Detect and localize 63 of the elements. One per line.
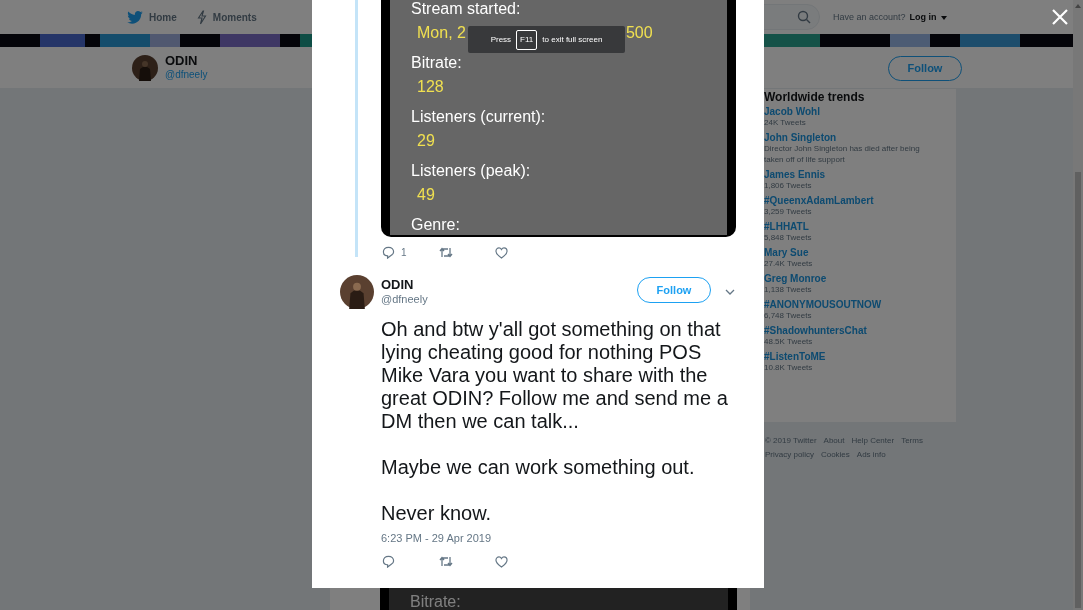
image-value: 29 <box>417 132 436 150</box>
trend-name[interactable]: #LHHATL <box>764 221 956 232</box>
bird-icon <box>127 10 143 24</box>
trend-name[interactable]: Mary Sue <box>764 247 956 258</box>
follow-button[interactable]: Follow <box>637 277 711 303</box>
heart-icon[interactable] <box>495 555 508 568</box>
trend-meta: 27.4K Tweets <box>764 258 814 269</box>
trend-meta: 24K Tweets <box>764 117 807 128</box>
trend-meta: 5,848 Tweets <box>764 232 813 243</box>
image-value: 49 <box>417 186 436 204</box>
tweet-text: Maybe we can work something out. <box>381 456 696 479</box>
image-text: Bitrate: <box>410 593 461 610</box>
search-icon <box>797 10 811 24</box>
image-label: Genre: <box>411 216 461 234</box>
profile-handle[interactable]: @dfneely <box>165 69 208 82</box>
tweet-text: Oh and btw y'all got something on that lying cheating good for nothing POS Mike Vara you want to share with the great ODIN? Follow me and send me a DM then we can talk... <box>381 318 729 433</box>
image-label: Bitrate: <box>411 54 463 72</box>
nav-tab[interactable]: Home <box>127 9 177 25</box>
scrollbar-thumb[interactable] <box>1075 172 1081 608</box>
avatar <box>340 275 374 309</box>
profile-name: ODIN <box>165 53 199 70</box>
author-name[interactable]: ODIN <box>381 277 428 292</box>
trend-name[interactable]: #ListenToME <box>764 351 956 362</box>
trends-title: Worldwide trends <box>764 89 866 105</box>
caret-icon <box>940 15 947 20</box>
tweet-text: Never know. <box>381 502 493 525</box>
toast-text: to exit full screen <box>542 33 603 46</box>
trend-name[interactable]: Greg Monroe <box>764 273 956 284</box>
image-value: Mon, 2 <box>417 24 466 42</box>
author-handle[interactable]: @dfneely <box>381 292 428 307</box>
trend-name[interactable]: Jacob Wohl <box>764 106 956 117</box>
trend-meta: 48.5K Tweets <box>764 336 814 347</box>
image-label: Stream started: <box>411 0 522 18</box>
scroll-up-icon[interactable] <box>1075 4 1081 8</box>
chevron-down-icon[interactable] <box>725 289 735 295</box>
trend-meta: 3,259 Tweets <box>764 206 813 217</box>
follow-button[interactable]: Follow <box>888 56 962 81</box>
image-value: 500 <box>625 24 653 42</box>
trend-name[interactable]: James Ennis <box>764 169 956 180</box>
trend-name[interactable]: #QueenxAdamLambert <box>764 195 956 206</box>
avatar <box>132 54 158 81</box>
bolt-icon <box>196 9 207 25</box>
trend-meta: 6,748 Tweets <box>764 310 813 321</box>
image-value: 128 <box>417 78 445 96</box>
tweet-timestamp[interactable]: 6:23 PM - 29 Apr 2019 <box>381 530 492 547</box>
account-prompt: Have an account? <box>833 11 906 24</box>
trend-name[interactable]: #ShadowhuntersChat <box>764 325 956 336</box>
nav-tab[interactable]: Moments <box>196 9 257 25</box>
reply-count: 1 <box>401 246 407 260</box>
heart-icon[interactable] <box>495 246 508 259</box>
trend-meta: 1,138 Tweets <box>764 284 813 295</box>
key-cap: F11 <box>516 29 538 50</box>
footer-link[interactable]: © 2019 Twitter <box>765 435 817 447</box>
toast-text: Press <box>490 33 512 46</box>
reply-icon[interactable] <box>382 246 395 259</box>
image-label: Listeners (current): <box>411 108 547 126</box>
trend-meta: 10.8K Tweets <box>764 362 814 373</box>
trend-name[interactable]: #ANONYMOUSOUTNOW <box>764 299 956 310</box>
trend-name[interactable]: John Singleton <box>764 132 956 143</box>
image-label: Listeners (peak): <box>411 162 532 180</box>
close-icon[interactable] <box>1052 9 1068 25</box>
login-link[interactable]: Log in <box>909 11 937 25</box>
trend-meta: 1,806 Tweets <box>764 180 813 191</box>
